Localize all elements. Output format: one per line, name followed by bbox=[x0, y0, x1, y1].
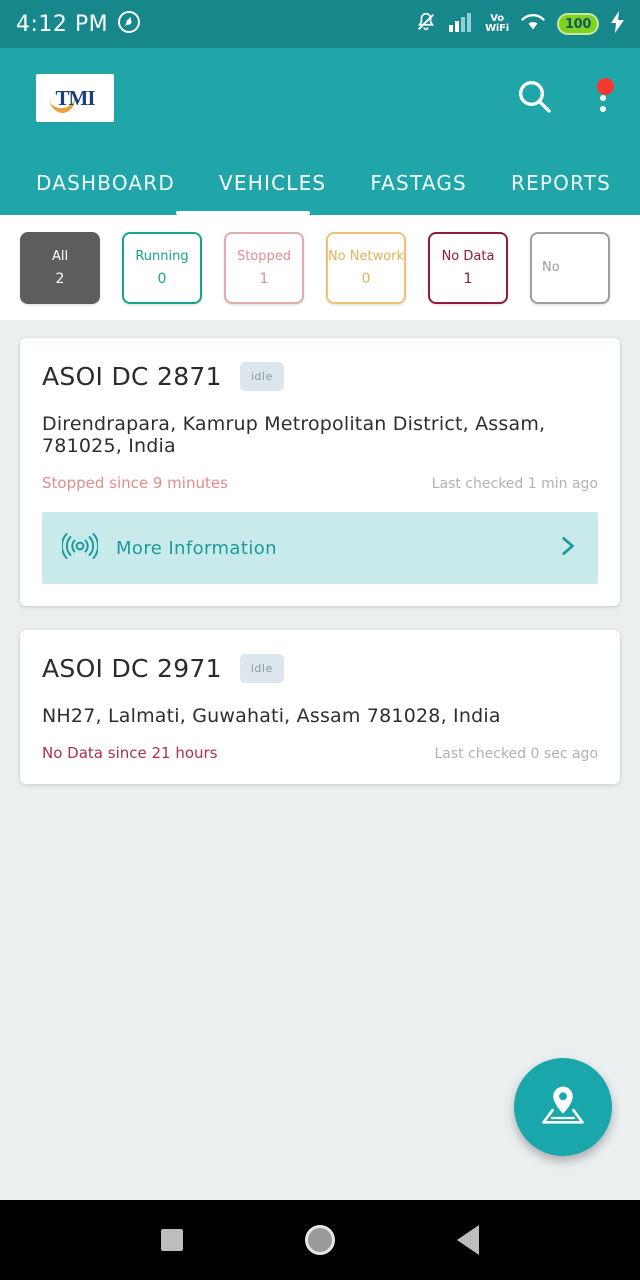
charging-bolt-icon bbox=[610, 11, 626, 37]
filter-chip-running[interactable]: Running 0 bbox=[122, 231, 202, 304]
app-bar: TMI DASHBOARD VEHICLES FASTAGS REPORTS bbox=[0, 48, 640, 215]
vehicle-meta: No Data since 21 hours Last checked 0 se… bbox=[42, 744, 598, 762]
app-root: 4:12 PM Vo WiFi 100 TMI DASHBOARD VEHICL… bbox=[0, 0, 640, 1280]
filter-chip-label: All bbox=[51, 248, 69, 264]
app-logo: TMI bbox=[36, 74, 114, 122]
more-information-label: More Information bbox=[116, 537, 277, 559]
filter-chip-count: 0 bbox=[157, 270, 167, 287]
volte-wifi-icon: Vo WiFi bbox=[485, 13, 509, 34]
vehicle-card-header: ASOI DC 2871 idle bbox=[42, 362, 598, 391]
vehicle-name: ASOI DC 2871 bbox=[42, 362, 222, 391]
filter-chip-no-data[interactable]: No Data 1 bbox=[428, 231, 508, 304]
vehicle-status-text: No Data since 21 hours bbox=[42, 744, 218, 762]
filter-chip-label: No Data bbox=[441, 248, 495, 264]
filter-chip-label: Stopped bbox=[236, 248, 292, 264]
vehicle-card[interactable]: ASOI DC 2971 idle NH27, Lalmati, Guwahat… bbox=[20, 630, 620, 784]
vehicle-list: ASOI DC 2871 idle Direndrapara, Kamrup M… bbox=[0, 320, 640, 784]
filter-chip-stopped[interactable]: Stopped 1 bbox=[224, 231, 304, 304]
map-pin-icon bbox=[537, 1079, 589, 1135]
filter-chip-label: No Network bbox=[327, 248, 405, 264]
android-nav-bar bbox=[0, 1200, 640, 1280]
vehicle-last-checked: Last checked 1 min ago bbox=[431, 476, 598, 492]
vehicle-address: NH27, Lalmati, Guwahati, Assam 781028, I… bbox=[42, 705, 501, 727]
wifi-icon bbox=[520, 12, 546, 36]
status-filter-bar[interactable]: All 2 Running 0 Stopped 1 No Network 0 N… bbox=[0, 215, 640, 320]
tab-bar: DASHBOARD VEHICLES FASTAGS REPORTS bbox=[0, 148, 640, 215]
logo-text: TMI bbox=[55, 85, 96, 110]
status-bar: 4:12 PM Vo WiFi 100 bbox=[0, 0, 640, 48]
filter-chip-label: No bbox=[542, 260, 560, 275]
status-bar-left: 4:12 PM bbox=[16, 10, 141, 38]
more-vertical-icon-dot2 bbox=[600, 95, 606, 101]
status-bar-clock: 4:12 PM bbox=[16, 11, 109, 37]
battery-indicator: 100 bbox=[557, 13, 599, 35]
vehicle-card-header: ASOI DC 2971 idle bbox=[42, 654, 598, 683]
vehicle-address: Direndrapara, Kamrup Metropolitan Distri… bbox=[42, 413, 546, 457]
filter-chip-count: 0 bbox=[361, 270, 371, 287]
filter-chip-overflow[interactable]: No bbox=[530, 231, 610, 304]
vehicle-last-checked: Last checked 0 sec ago bbox=[434, 746, 599, 762]
tab-reports[interactable]: REPORTS bbox=[489, 171, 633, 215]
filter-chip-all[interactable]: All 2 bbox=[20, 231, 100, 304]
vehicle-status-text: Stopped since 9 minutes bbox=[42, 474, 228, 492]
location-icon bbox=[117, 10, 141, 38]
filter-chip-label: Running bbox=[135, 248, 189, 264]
status-bar-right: Vo WiFi 100 bbox=[415, 11, 626, 37]
filter-chip-count: 1 bbox=[463, 270, 473, 287]
more-information-button[interactable]: More Information bbox=[42, 512, 598, 584]
filter-chip-count: 2 bbox=[55, 270, 65, 287]
back-button[interactable] bbox=[457, 1225, 479, 1255]
tab-vehicles[interactable]: VEHICLES bbox=[197, 171, 348, 215]
notification-badge-dot bbox=[597, 78, 614, 95]
status-badge: idle bbox=[239, 654, 284, 683]
recents-button[interactable] bbox=[161, 1229, 183, 1251]
vehicle-name: ASOI DC 2971 bbox=[42, 654, 222, 683]
vehicle-card[interactable]: ASOI DC 2871 idle Direndrapara, Kamrup M… bbox=[20, 338, 620, 606]
more-vertical-icon-dot3 bbox=[600, 106, 606, 112]
map-view-fab[interactable] bbox=[514, 1058, 612, 1156]
app-bar-top: TMI bbox=[0, 48, 640, 148]
filter-chip-no-network[interactable]: No Network 0 bbox=[326, 231, 406, 304]
tab-dashboard[interactable]: DASHBOARD bbox=[14, 171, 197, 215]
chevron-right-icon bbox=[554, 531, 580, 565]
broadcast-icon bbox=[60, 531, 100, 565]
cellular-signal-icon bbox=[448, 12, 474, 36]
bell-muted-icon bbox=[415, 11, 437, 37]
app-bar-actions bbox=[514, 76, 614, 120]
home-button[interactable] bbox=[305, 1225, 335, 1255]
filter-chip-count: 1 bbox=[259, 270, 269, 287]
vehicle-meta: Stopped since 9 minutes Last checked 1 m… bbox=[42, 474, 598, 492]
search-icon bbox=[514, 76, 554, 120]
tab-fastags[interactable]: FASTAGS bbox=[348, 171, 489, 215]
search-button[interactable] bbox=[514, 76, 554, 120]
status-badge: idle bbox=[239, 362, 284, 391]
overflow-menu-button[interactable] bbox=[592, 78, 614, 114]
